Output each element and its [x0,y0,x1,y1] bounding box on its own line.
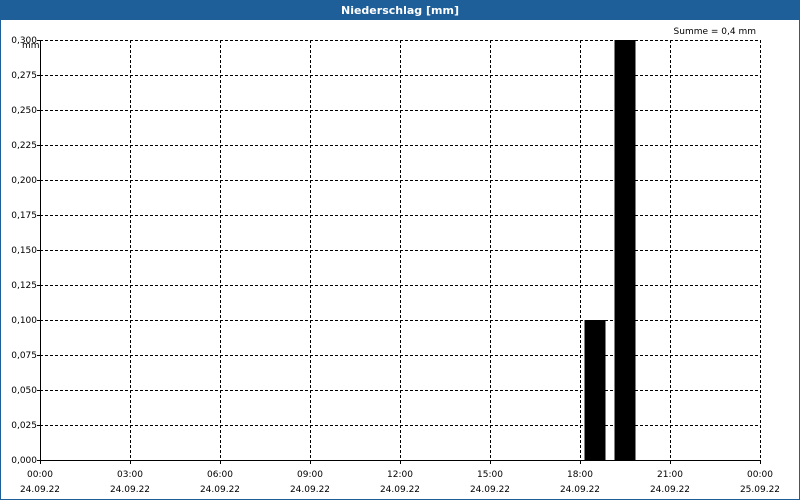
x-tick-date: 24.09.22 [380,485,420,495]
y-tick-label: 0,225 [11,141,37,151]
x-tick-time: 06:00 [207,470,233,480]
x-tick-date: 25.09.22 [740,485,780,495]
y-tick-label: 0,150 [11,246,37,256]
axes [37,40,761,464]
x-tick-time: 12:00 [387,470,413,480]
x-tick-time: 15:00 [477,470,503,480]
x-tick-time: 03:00 [117,470,143,480]
labels: 0,000 0,025 0,050 0,075 0,100 0,125 0,150 0,175… [11,27,780,495]
y-tick-label: 0,275 [11,71,37,81]
x-tick-time: 18:00 [567,470,593,480]
x-tick-date: 24.09.22 [470,485,510,495]
y-tick-label: 0,025 [11,421,37,431]
y-tick-label: 0,200 [11,176,37,186]
y-tick-label: 0,075 [11,351,37,361]
x-tick-time: 21:00 [657,470,683,480]
precipitation-bar [614,40,636,460]
y-tick-label: 0,100 [11,316,37,326]
y-tick-label: 0,175 [11,211,37,221]
summary-label: Summe = 0,4 mm [674,27,756,37]
y-tick-label: 0,250 [11,106,37,116]
x-tick-date: 24.09.22 [290,485,330,495]
y-tick-label: 0,125 [11,281,37,291]
x-tick-time: 09:00 [297,470,323,480]
x-tick-date: 24.09.22 [20,485,60,495]
x-tick-time: 00:00 [27,470,53,480]
x-tick-date: 24.09.22 [560,485,600,495]
x-tick-date: 24.09.22 [650,485,690,495]
x-tick-date: 24.09.22 [200,485,240,495]
y-axis-label: mm [22,41,40,51]
x-tick-time: 00:00 [747,470,773,480]
grid [40,40,760,460]
x-tick-date: 24.09.22 [110,485,150,495]
precipitation-chart: 0,000 0,025 0,050 0,075 0,100 0,125 0,150 0,175… [11,27,780,495]
y-tick-label: 0,000 [11,456,37,466]
precipitation-bar [584,320,606,460]
y-tick-label: 0,050 [11,386,37,396]
